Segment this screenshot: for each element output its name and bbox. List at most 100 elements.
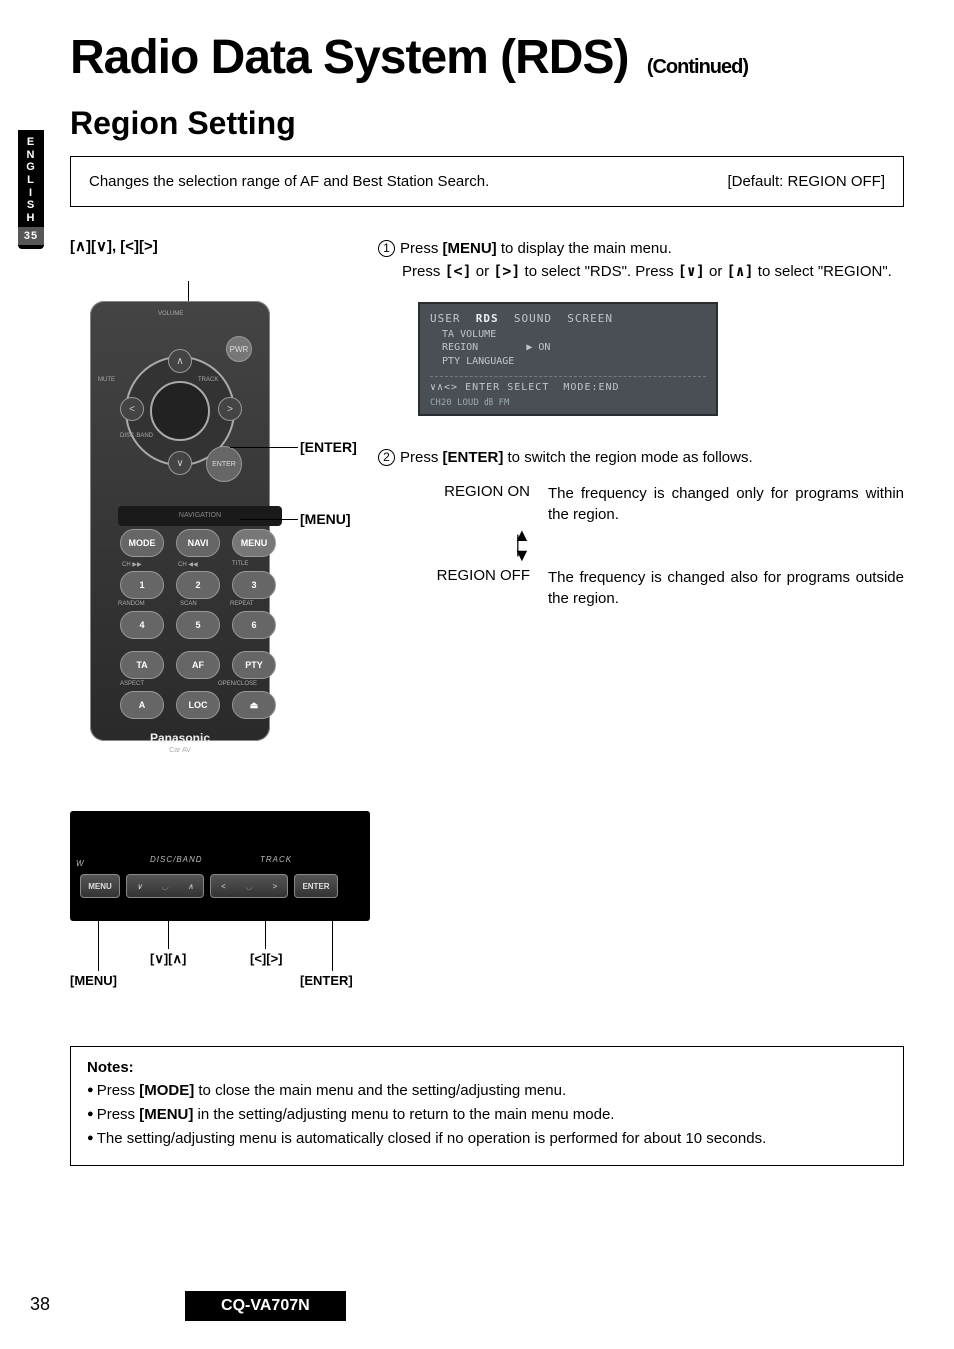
intro-box: Changes the selection range of AF and Be… — [70, 156, 904, 207]
panel-callout-updown: [∨][∧] — [150, 951, 186, 967]
model-badge: CQ-VA707N — [185, 1291, 346, 1321]
track-label: TRACK — [198, 377, 218, 383]
arrow-left-button[interactable]: < — [120, 397, 144, 421]
num-2-button[interactable]: 2 — [176, 571, 220, 599]
page-title: Radio Data System (RDS) (Continued) — [70, 30, 904, 85]
leader-line — [265, 921, 266, 949]
discband-label: DISC·BAND — [120, 433, 153, 439]
sub-aspect: ASPECT — [120, 681, 144, 687]
page-number: 38 — [30, 1294, 50, 1314]
sub-title: TITLE — [232, 561, 248, 567]
power-button[interactable]: PWR — [226, 336, 252, 362]
row-ta-af-pty: TA AF PTY — [120, 651, 276, 679]
num-5-button[interactable]: 5 — [176, 611, 220, 639]
intro-default: [Default: REGION OFF] — [727, 173, 885, 190]
volume-label: VOLUME — [158, 311, 183, 317]
row-a-loc-eject: A LOC ⏏ — [120, 691, 276, 719]
sub-random: RANDOM — [118, 601, 145, 607]
lcd-rows: TA VOLUME REGION ▶ ON PTY LANGUAGE — [430, 328, 706, 369]
mode-off-label: REGION OFF — [418, 567, 548, 609]
panel-callout-enter: [ENTER] — [300, 973, 353, 988]
enter-callout: [ENTER] — [300, 439, 357, 455]
notes-heading: Notes: — [87, 1059, 887, 1076]
arrow-up-button[interactable]: ∧ — [168, 349, 192, 373]
step-number-icon: 1 — [378, 240, 395, 257]
navi-button[interactable]: NAVI — [176, 529, 220, 557]
toggle-arrow-icon: ▲│▼ — [513, 531, 904, 561]
panel-menu-button[interactable]: MENU — [80, 874, 120, 898]
panel-callouts: [∨][∧] [<][>] [MENU] [ENTER] — [70, 921, 370, 986]
panel-callout-menu: [MENU] — [70, 973, 117, 988]
ta-button[interactable]: TA — [120, 651, 164, 679]
panel-w-label: W — [76, 859, 84, 868]
dpad-ring-inner — [150, 381, 210, 441]
remote-figure: VOLUME ∧ ∨ < > MUTE TRACK DISC·BAND PWR … — [70, 261, 320, 761]
loc-button[interactable]: LOC — [176, 691, 220, 719]
title-continued: (Continued) — [647, 56, 748, 78]
remote-keys-label: [∧][∨], [<][>] — [70, 237, 350, 255]
note-item: Press [MODE] to close the main menu and … — [87, 1080, 887, 1102]
mode-off-desc: The frequency is changed also for progra… — [548, 567, 904, 609]
panel-track-label: TRACK — [260, 855, 292, 864]
mode-on-label: REGION ON — [418, 483, 548, 525]
leader-line — [332, 921, 333, 971]
navigation-strip: NAVIGATION — [118, 506, 282, 526]
arrow-down-button[interactable]: ∨ — [168, 451, 192, 475]
brand-label: Panasonic Car AV — [90, 731, 270, 754]
num-1-button[interactable]: 1 — [120, 571, 164, 599]
mode-block: REGION ON The frequency is changed only … — [418, 483, 904, 609]
panel-enter-button[interactable]: ENTER — [294, 874, 338, 898]
leader-line — [168, 921, 169, 949]
af-button[interactable]: AF — [176, 651, 220, 679]
panel-box: W DISC/BAND TRACK MENU ∨ ◡ ∧ < ◡ > ENTE — [70, 811, 370, 921]
sub-ch2: CH ◀◀ — [178, 561, 198, 568]
title-main: Radio Data System (RDS) — [70, 31, 628, 84]
notes-box: Notes: Press [MODE] to close the main me… — [70, 1046, 904, 1166]
lang-letters: E N G L I S H — [18, 136, 44, 224]
panel-callout-leftright: [<][>] — [250, 951, 283, 966]
lcd-help: ∨∧<> ENTER SELECT MODE:END — [430, 376, 706, 393]
side-page-ref: 35 — [18, 227, 44, 245]
leader-line — [240, 519, 298, 520]
lcd-tabs: USER RDS SOUND SCREEN — [430, 312, 706, 325]
panel-updown-rocker[interactable]: ∨ ◡ ∧ — [126, 874, 204, 898]
sub-openclose: OPEN/CLOSE — [218, 681, 257, 687]
row-456: 4 5 6 — [120, 611, 276, 639]
panel-leftright-rocker[interactable]: < ◡ > — [210, 874, 288, 898]
sub-repeat: REPEAT — [230, 601, 254, 607]
num-4-button[interactable]: 4 — [120, 611, 164, 639]
mode-row-off: REGION OFF The frequency is changed also… — [418, 567, 904, 609]
mode-row-on: REGION ON The frequency is changed only … — [418, 483, 904, 525]
leader-line — [98, 921, 99, 971]
page-footer: 38 CQ-VA707N — [30, 1291, 346, 1321]
note-item: The setting/adjusting menu is automatica… — [87, 1128, 887, 1150]
eject-button[interactable]: ⏏ — [232, 691, 276, 719]
pty-button[interactable]: PTY — [232, 651, 276, 679]
menu-button[interactable]: MENU — [232, 529, 276, 557]
enter-button[interactable]: ENTER — [206, 446, 242, 482]
step-number-icon: 2 — [378, 449, 395, 466]
panel-figure: W DISC/BAND TRACK MENU ∨ ◡ ∧ < ◡ > ENTE — [70, 811, 370, 986]
panel-discband-label: DISC/BAND — [150, 855, 203, 864]
mode-on-desc: The frequency is changed only for progra… — [548, 483, 904, 525]
row-mode-navi-menu: MODE NAVI MENU — [120, 529, 276, 557]
language-tab: E N G L I S H 35 — [18, 130, 44, 249]
row-123: 1 2 3 — [120, 571, 276, 599]
mode-button[interactable]: MODE — [120, 529, 164, 557]
arrow-right-button[interactable]: > — [218, 397, 242, 421]
num-6-button[interactable]: 6 — [232, 611, 276, 639]
sub-scan: SCAN — [180, 601, 197, 607]
step-1: 1Press [MENU] to display the main menu. … — [378, 237, 904, 284]
leader-line — [230, 447, 298, 448]
lcd-status: CH20 LOUD ㏈ FM — [430, 395, 706, 408]
sub-ch1: CH ▶▶ — [122, 561, 142, 568]
a-button[interactable]: A — [120, 691, 164, 719]
menu-callout: [MENU] — [300, 511, 351, 527]
notes-list: Press [MODE] to close the main menu and … — [87, 1080, 887, 1149]
intro-description: Changes the selection range of AF and Be… — [89, 173, 489, 190]
lcd-screenshot: USER RDS SOUND SCREEN TA VOLUME REGION ▶… — [418, 302, 718, 417]
note-item: Press [MENU] in the setting/adjusting me… — [87, 1104, 887, 1126]
section-heading: Region Setting — [70, 105, 904, 142]
num-3-button[interactable]: 3 — [232, 571, 276, 599]
step-1-detail: Press [<] or [>] to select "RDS". Press … — [402, 260, 904, 283]
